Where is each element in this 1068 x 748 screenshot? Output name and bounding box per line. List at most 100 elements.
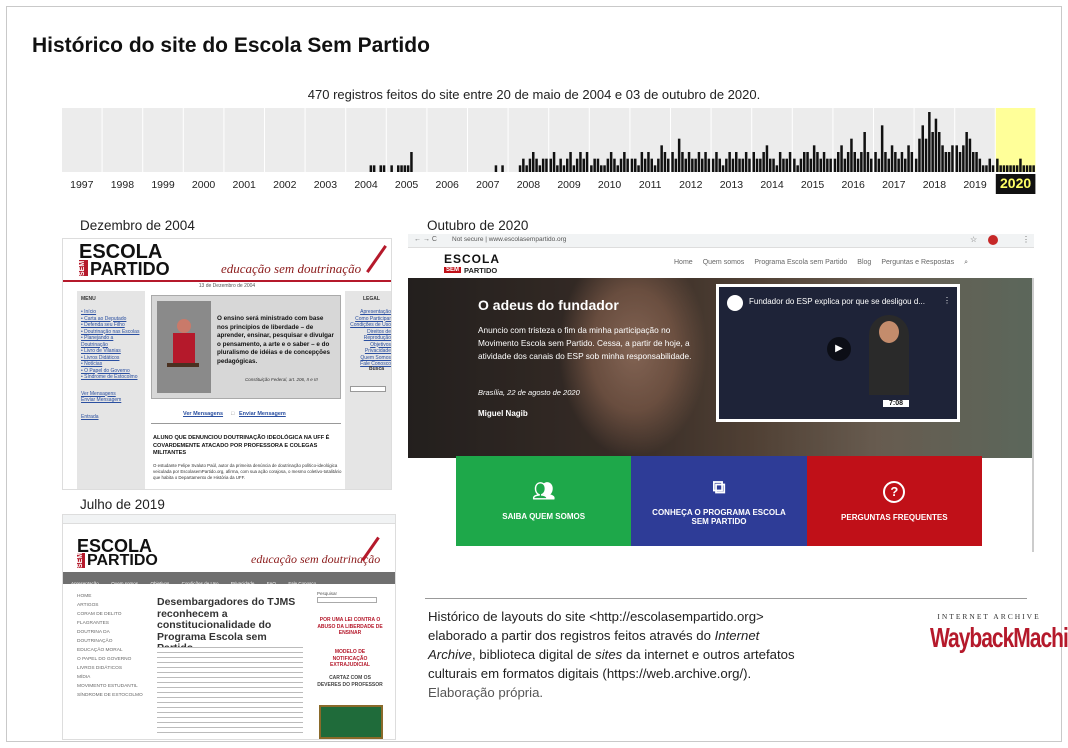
panel-conheca-programa[interactable]: ⧉ CONHEÇA O PROGRAMA ESCOLA SEM PARTIDO: [631, 456, 807, 546]
capture-bar-2019-6: [972, 152, 975, 172]
nav-programa[interactable]: Programa Escola sem Partido: [754, 259, 847, 267]
timeline-year-label[interactable]: 2017: [882, 179, 906, 191]
j19-box-cartaz[interactable]: CARTAZ COM OS DEVERES DO PROFESSOR: [317, 675, 383, 688]
j19-sidebar[interactable]: HOME ARTIGOS CORAM DE DELITO FLAGRANTES DOUT…: [77, 592, 145, 700]
d04-ver-mensagens[interactable]: Ver Mensagens: [183, 411, 223, 417]
j19-nav-item[interactable]: Apresentação: [71, 581, 99, 586]
capture-bar-2007-11: [501, 165, 504, 172]
external-link-icon: ⧉: [712, 476, 726, 497]
star-icon[interactable]: ☆: [970, 235, 977, 244]
nav-perguntas[interactable]: Perguntas e Respostas: [881, 259, 954, 267]
timeline-year-label[interactable]: 2016: [842, 179, 866, 191]
timeline-year-label[interactable]: 2014: [760, 179, 784, 191]
capture-bar-2014-2: [755, 158, 759, 172]
j19-nav-item[interactable]: Quem somos: [111, 581, 138, 586]
j19-nav-item[interactable]: Privacidade: [231, 581, 255, 586]
search-icon[interactable]: ⌕: [964, 259, 968, 267]
j19-box-lei[interactable]: POR UMA LEI CONTRA O ABUSO DA LIBERDADE …: [317, 617, 383, 637]
capture-bar-2017-7: [894, 152, 897, 172]
capture-timeline[interactable]: 1997 1998 1999 2000 2001 2002 2003 2004 2005 2006…: [62, 108, 1037, 198]
nav-home[interactable]: Home: [674, 259, 693, 267]
extension-icon[interactable]: [988, 235, 998, 245]
timeline-year-2006[interactable]: [427, 108, 467, 172]
timeline-year-2001[interactable]: [224, 108, 264, 172]
browser-nav-icons[interactable]: ← → C: [414, 236, 437, 243]
capture-bar-2010-6: [606, 158, 610, 172]
timeline-year-label[interactable]: 2003: [314, 179, 338, 191]
timeline-year-label[interactable]: 1997: [70, 179, 94, 191]
timeline-year-2007[interactable]: [468, 108, 508, 172]
timeline-year-label[interactable]: 2006: [436, 179, 460, 191]
panel-saiba-quem-somos[interactable]: 👥︎ SAIBA QUEM SOMOS: [456, 456, 632, 546]
capture-bar-2012-12: [707, 158, 711, 172]
browser-url[interactable]: Not secure | www.escolasempartido.org: [452, 236, 566, 243]
timeline-year-2003[interactable]: [305, 108, 346, 172]
j19-nav-item[interactable]: Fale Conosco: [288, 581, 316, 586]
timeline-year-label[interactable]: 2007: [476, 179, 500, 191]
timeline-year-label[interactable]: 1998: [111, 179, 135, 191]
timeline-year-label[interactable]: 2009: [557, 179, 581, 191]
d04-search-input[interactable]: [350, 386, 386, 392]
timeline-year-1998[interactable]: [102, 108, 143, 172]
capture-bar-2008-10: [538, 165, 542, 172]
capture-bar-2009-7: [569, 152, 572, 172]
capture-bar-2018-6: [931, 132, 934, 172]
j19-nav-item[interactable]: FAQ: [267, 581, 276, 586]
nav-quem-somos[interactable]: Quem somos: [703, 259, 745, 267]
timeline-year-label[interactable]: 2011: [639, 179, 662, 191]
timeline-year-label[interactable]: 2001: [233, 179, 257, 191]
j19-nav-item[interactable]: Objetivos: [150, 581, 169, 586]
capture-bar-2008-8: [532, 152, 535, 172]
play-icon[interactable]: ▶: [827, 337, 851, 361]
timeline-year-1997[interactable]: [62, 108, 102, 172]
d04-legal-links[interactable]: Apresentação Como Participar Condições de …: [349, 309, 391, 368]
video-title[interactable]: Fundador do ESP explica por que se desli…: [749, 297, 925, 306]
video-menu-icon[interactable]: ⋮: [943, 296, 951, 305]
hero-title: O adeus do fundador: [478, 297, 619, 313]
capture-bar-2013-8: [735, 152, 738, 172]
timeline-year-label[interactable]: 2008: [517, 179, 541, 191]
video-player[interactable]: Fundador do ESP explica por que se desli…: [716, 284, 960, 422]
scrollbar[interactable]: [1032, 278, 1034, 552]
capture-bar-2014-5: [765, 145, 769, 172]
capture-bar-2009-12: [585, 152, 589, 172]
desc-line2a: elaborado a partir dos registros feitos …: [428, 628, 715, 643]
timeline-year-2004[interactable]: [346, 108, 386, 172]
j19-headline[interactable]: Desembargadores do TJMS reconhecem a con…: [157, 596, 305, 655]
j19-search-input[interactable]: [317, 597, 377, 603]
capture-bar-2019-12: [991, 165, 995, 172]
capture-bar-2011-1: [630, 158, 634, 172]
d04-enviar-mensagem[interactable]: Enviar Mensagem: [239, 411, 286, 417]
d04-date: 13 de Dezembro de 2004: [198, 283, 256, 289]
browser-menu-icon[interactable]: ⋮: [1022, 235, 1030, 244]
timeline-year-label[interactable]: 2000: [192, 179, 216, 191]
panel-perguntas-frequentes[interactable]: ? PERGUNTAS FREQUENTES: [806, 456, 982, 546]
timeline-year-label[interactable]: 2005: [395, 179, 419, 191]
j19-box-modelo[interactable]: MODELO DE NOTIFICAÇÃO EXTRAJUDICIAL: [317, 649, 383, 669]
timeline-year-label[interactable]: 2019: [963, 179, 987, 191]
capture-bar-2013-7: [731, 158, 735, 172]
screenshot-jul2019: ESCOLA SEM PARTIDO educação sem doutrina…: [62, 514, 396, 740]
timeline-year-label[interactable]: 2002: [273, 179, 297, 191]
timeline-year-label[interactable]: 2013: [720, 179, 744, 191]
j19-chalkboard-banner[interactable]: [319, 705, 383, 739]
capture-bar-2012-10: [701, 158, 704, 172]
timeline-year-label[interactable]: 1999: [151, 179, 175, 191]
d04-menu-links[interactable]: • Início • Carta ao Deputado • Defenda seu…: [81, 309, 141, 420]
nav-blog[interactable]: Blog: [857, 259, 871, 267]
wayback-top: INTERNET ARCHIVE: [937, 612, 1041, 621]
capture-bar-2012-1: [671, 152, 674, 172]
timeline-year-label[interactable]: 2012: [679, 179, 703, 191]
timeline-year-label[interactable]: 2020: [1000, 175, 1031, 191]
timeline-year-1999[interactable]: [143, 108, 183, 172]
timeline-year-2020[interactable]: [995, 108, 1036, 172]
timeline-year-label[interactable]: 2004: [354, 179, 378, 191]
timeline-year-label[interactable]: 2015: [801, 179, 825, 191]
j19-nav-item[interactable]: Condições de Uso: [182, 581, 219, 586]
timeline-year-label[interactable]: 2018: [923, 179, 947, 191]
timeline-year-2002[interactable]: [265, 108, 305, 172]
timeline-year-2000[interactable]: [183, 108, 224, 172]
timeline-year-label[interactable]: 2010: [598, 179, 622, 191]
timeline-year-2005[interactable]: [386, 108, 427, 172]
capture-bar-2016-1: [833, 158, 837, 172]
